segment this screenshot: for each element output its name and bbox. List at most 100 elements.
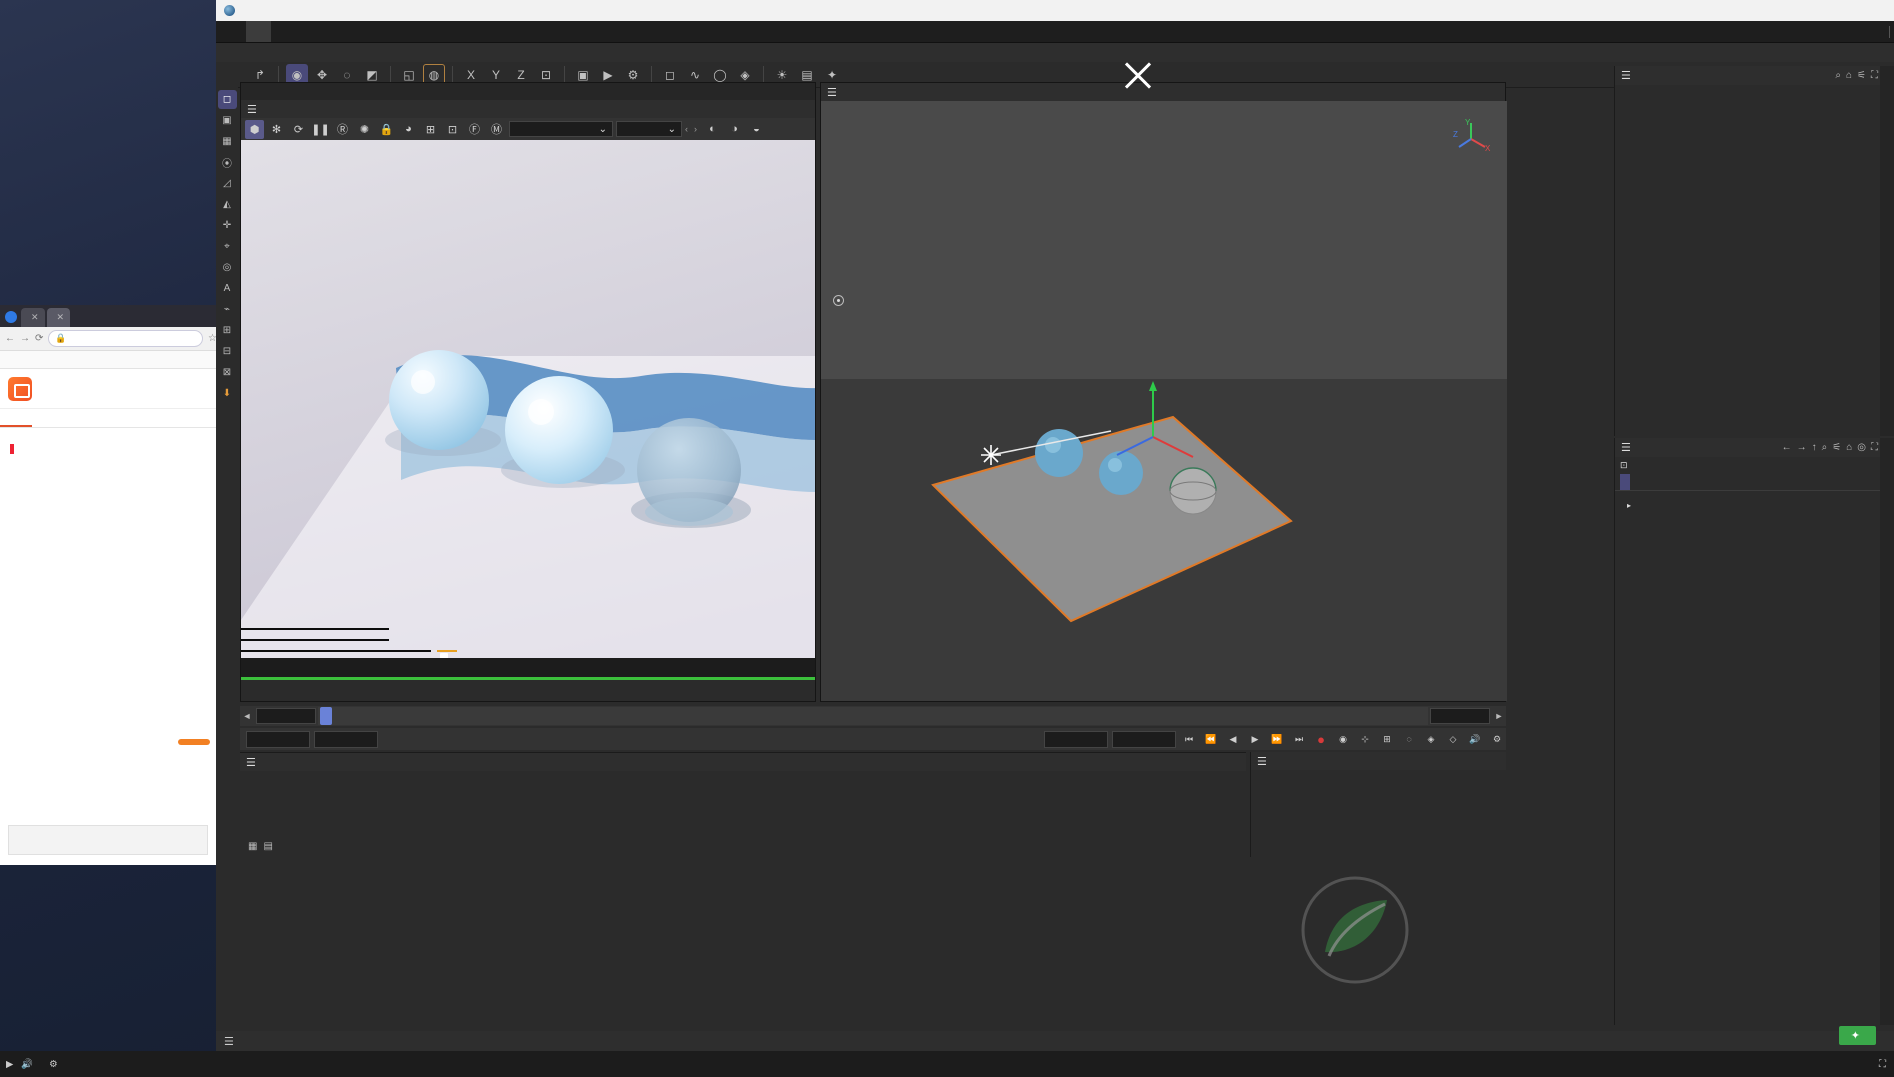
search-icon[interactable]: ⌕ (1822, 442, 1828, 453)
octane-render-canvas[interactable] (241, 140, 815, 680)
hamburger-icon[interactable]: ☰ (247, 103, 257, 116)
key-rotation-icon[interactable]: ◌ (1400, 730, 1418, 748)
search-icon[interactable]: ⌕ (1835, 70, 1841, 81)
settings-icon[interactable]: ⚙ (49, 1059, 58, 1070)
expand-icon[interactable]: ⛶ (1871, 442, 1878, 453)
timeline-start-field[interactable] (256, 708, 316, 724)
hamburger-icon[interactable]: ☰ (1257, 755, 1267, 768)
document-tab[interactable] (246, 21, 271, 42)
up-icon[interactable]: ↑ (1812, 442, 1817, 453)
autokey-icon[interactable]: ◉ (1334, 730, 1352, 748)
key-param-icon[interactable]: ◈ (1422, 730, 1440, 748)
step-back-icon[interactable]: ⏪ (1202, 730, 1220, 748)
language-button[interactable]: ✦ (1839, 1026, 1876, 1045)
hamburger-icon[interactable]: ☰ (246, 756, 256, 769)
tool-snap-icon[interactable]: ⌁ (218, 300, 237, 319)
anim-start-frame[interactable] (314, 731, 378, 748)
anim-current-frame[interactable] (246, 731, 310, 748)
tool-quantize-icon[interactable]: ⊟ (218, 342, 237, 361)
octane-lock-icon[interactable]: 🔒 (377, 120, 396, 139)
timeline-playhead[interactable] (320, 707, 332, 725)
octane-colorspace-select[interactable]: ⌄ (509, 121, 613, 137)
tool-lock-icon[interactable]: ⊠ (218, 363, 237, 382)
octane-sphere-icon[interactable]: ◕ (399, 120, 418, 139)
anim-end-frame[interactable] (1044, 731, 1108, 748)
octane-pause-icon[interactable]: ❚❚ (311, 120, 330, 139)
download-icon[interactable]: ⬇ (218, 384, 237, 403)
anim-preview-end[interactable] (1112, 731, 1176, 748)
timeline-end-field[interactable] (1430, 708, 1490, 724)
browser-tab-1[interactable]: ✕ (21, 308, 45, 327)
tool-edges-icon[interactable]: ◿ (218, 174, 237, 193)
timeline-prev-icon[interactable]: ◄ (240, 711, 254, 721)
maximize-button[interactable] (1818, 0, 1856, 21)
octane-swatch3-icon[interactable]: ◒ (747, 120, 766, 139)
hamburger-icon[interactable]: ☰ (224, 1035, 234, 1048)
play-back-icon[interactable]: ◀ (1224, 730, 1242, 748)
next-arrow-icon[interactable]: › (694, 124, 697, 134)
close-icon[interactable]: ✕ (31, 312, 39, 323)
octane-stop-icon[interactable]: ✻ (267, 120, 286, 139)
octane-render-icon[interactable]: ⬢ (245, 120, 264, 139)
tab-discussion[interactable] (0, 409, 32, 427)
forward-icon[interactable]: → (20, 333, 30, 344)
tab-members[interactable] (32, 409, 64, 427)
forward-icon[interactable]: → (1797, 442, 1807, 453)
record-icon[interactable]: ● (1312, 730, 1330, 748)
octane-zoom-in-icon[interactable]: ⊞ (421, 120, 440, 139)
tool-polygons-icon[interactable]: ◭ (218, 195, 237, 214)
tool-make-editable-icon[interactable]: ◻ (218, 90, 237, 109)
viewport-canvas[interactable]: Y X Z (821, 101, 1505, 701)
tool-viewport-solo-icon[interactable]: ◎ (218, 258, 237, 277)
prev-arrow-icon[interactable]: ‹ (685, 124, 688, 134)
reload-icon[interactable]: ⟳ (35, 333, 43, 344)
target-icon[interactable]: ◎ (1857, 442, 1866, 453)
octane-settings-icon[interactable]: ✺ (355, 120, 374, 139)
tab-coord[interactable] (1633, 474, 1643, 490)
octane-kernel-select[interactable]: ⌄ (616, 121, 682, 137)
octane-swatch1-icon[interactable]: ◐ (703, 120, 722, 139)
close-button[interactable] (1856, 0, 1894, 21)
octane-material-pick-icon[interactable]: Ⓜ (487, 120, 506, 139)
volume-icon[interactable]: 🔊 (21, 1059, 33, 1070)
attribute-section[interactable]: ▸ (1615, 499, 1894, 511)
tool-texture-mode-icon[interactable]: ▦ (218, 132, 237, 151)
tool-annotate-icon[interactable]: A (218, 279, 237, 298)
octane-region-icon[interactable]: Ⓡ (333, 120, 352, 139)
key-position-icon[interactable]: ⊹ (1356, 730, 1374, 748)
play-icon[interactable]: ▶ (1246, 730, 1264, 748)
goto-start-icon[interactable]: ⏮ (1180, 730, 1198, 748)
play-icon[interactable]: ▶ (6, 1059, 13, 1070)
close-overlay-icon[interactable] (1121, 58, 1155, 92)
filter-icon[interactable]: ⚟ (1857, 70, 1866, 81)
material-view-grid-icon[interactable]: ▦ (248, 841, 257, 852)
timeline-track[interactable] (318, 707, 1428, 725)
browser-tab-2[interactable]: ✕ (47, 308, 71, 327)
tool-axis-icon[interactable]: ✛ (218, 216, 237, 235)
minimize-button[interactable] (1780, 0, 1818, 21)
octane-focus-icon[interactable]: Ⓕ (465, 120, 484, 139)
step-forward-icon[interactable]: ⏩ (1268, 730, 1286, 748)
comment-input[interactable] (8, 825, 208, 855)
tool-enable-axis-icon[interactable]: ⌖ (218, 237, 237, 256)
expand-icon[interactable]: ⛶ (1871, 70, 1878, 81)
octane-restart-icon[interactable]: ⟳ (289, 120, 308, 139)
close-icon[interactable]: ✕ (57, 312, 65, 323)
tool-model-mode-icon[interactable]: ▣ (218, 111, 237, 130)
hamburger-icon[interactable]: ☰ (827, 86, 837, 99)
tool-points-icon[interactable]: ⦿ (218, 153, 237, 172)
hamburger-icon[interactable]: ☰ (1621, 441, 1631, 454)
tab-basic[interactable] (1620, 474, 1630, 490)
back-icon[interactable]: ← (1782, 442, 1792, 453)
home-icon[interactable]: ⌂ (1846, 70, 1852, 81)
sound-icon[interactable]: 🔊 (1466, 730, 1484, 748)
octane-zoom-out-icon[interactable]: ⊡ (443, 120, 462, 139)
material-view-list-icon[interactable]: ▤ (263, 841, 272, 852)
filter-icon[interactable]: ⚟ (1832, 442, 1841, 453)
key-pla-icon[interactable]: ◇ (1444, 730, 1462, 748)
octane-noise-badge[interactable] (437, 650, 457, 652)
timeline-next-icon[interactable]: ► (1492, 711, 1506, 721)
hamburger-icon[interactable]: ☰ (1621, 69, 1631, 82)
fullscreen-icon[interactable]: ⛶ (1879, 1059, 1886, 1070)
timeline-settings-icon[interactable]: ⚙ (1488, 730, 1506, 748)
